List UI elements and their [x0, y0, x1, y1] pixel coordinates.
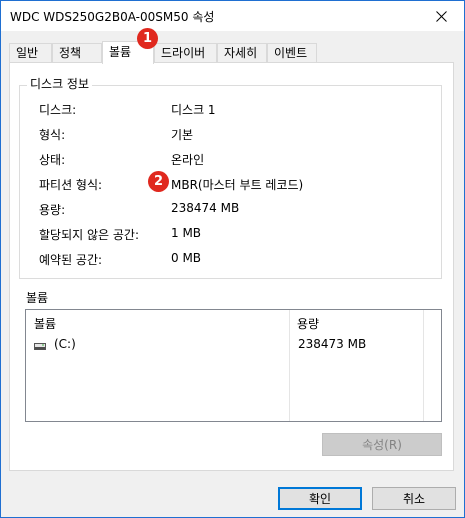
column-header-volume[interactable]: 볼륨	[34, 315, 56, 332]
disk-label: 디스크:	[39, 103, 77, 117]
tab-events[interactable]: 이벤트	[267, 43, 317, 62]
tab-general[interactable]: 일반	[9, 43, 52, 62]
tab-driver[interactable]: 드라이버	[154, 43, 217, 62]
title-bar: WDC WDS250G2B0A-00SM50 속성	[1, 1, 464, 31]
unallocated-value: 1 MB	[171, 226, 202, 240]
volumes-list-header: 볼륨 용량	[26, 310, 441, 333]
volumes-section-label: 볼륨	[26, 291, 49, 305]
column-divider-end	[423, 310, 424, 421]
volume-capacity: 238473 MB	[298, 337, 367, 351]
disk-value: 디스크 1	[171, 103, 216, 117]
volume-row[interactable]: (C:) 238473 MB	[27, 335, 422, 355]
disk-info-legend: 디스크 정보	[27, 75, 93, 92]
volume-name: (C:)	[54, 337, 76, 351]
partition-style-value: MBR(마스터 부트 레코드)	[171, 178, 304, 192]
cancel-button[interactable]: 취소	[372, 487, 456, 510]
tab-details[interactable]: 자세히	[217, 43, 267, 62]
capacity-label: 용량:	[39, 203, 66, 217]
type-value: 기본	[171, 128, 194, 142]
tab-strip: 일반 정책 볼륨 드라이버 자세히 이벤트	[9, 41, 459, 64]
capacity-value: 238474 MB	[171, 201, 240, 215]
reserved-label: 예약된 공간:	[39, 253, 103, 267]
window-title: WDC WDS250G2B0A-00SM50 속성	[10, 10, 215, 24]
type-label: 형식:	[39, 128, 66, 142]
ok-button[interactable]: 확인	[278, 487, 362, 510]
close-icon	[436, 10, 447, 22]
column-divider	[289, 310, 290, 421]
properties-window: WDC WDS250G2B0A-00SM50 속성 일반 정책 볼륨 드라이버 …	[0, 0, 465, 518]
close-button[interactable]	[419, 1, 464, 31]
volumes-list[interactable]: 볼륨 용량 (C:) 238473 MB	[25, 309, 442, 422]
column-header-capacity[interactable]: 용량	[297, 315, 319, 332]
drive-icon	[34, 340, 46, 350]
properties-button[interactable]: 속성(R)	[322, 433, 442, 456]
marker-2: 2	[148, 171, 169, 192]
marker-1: 1	[137, 28, 158, 49]
reserved-value: 0 MB	[171, 251, 202, 265]
status-label: 상태:	[39, 153, 66, 167]
partition-style-label: 파티션 형식:	[39, 178, 103, 192]
tab-policy[interactable]: 정책	[52, 43, 102, 62]
unallocated-label: 할당되지 않은 공간:	[39, 228, 139, 242]
status-value: 온라인	[171, 153, 205, 167]
